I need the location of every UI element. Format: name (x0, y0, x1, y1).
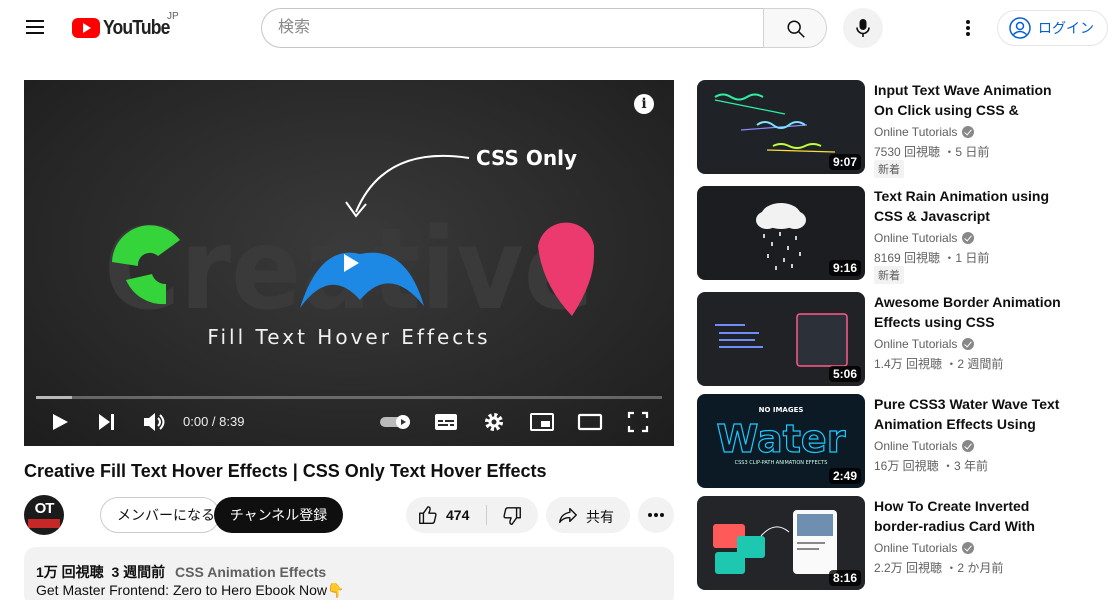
duration-badge: 2:49 (828, 468, 861, 484)
settings-more-button[interactable] (952, 12, 984, 44)
recommendation-title: Awesome Border Animation Effects using C… (874, 294, 1061, 330)
next-icon[interactable] (95, 406, 119, 438)
menu-icon[interactable] (24, 18, 48, 38)
autoplay-toggle[interactable] (378, 406, 414, 438)
duration-badge: 9:07 (828, 154, 861, 170)
recommendation-title: Input Text Wave Animation On Click using… (874, 82, 1052, 118)
play-overlay-icon[interactable] (330, 243, 370, 283)
new-badge: 新着 (874, 266, 904, 284)
more-actions-button[interactable] (638, 497, 674, 533)
description-text: Get Master Frontend: Zero to Hero Ebook … (36, 582, 345, 598)
voice-search-button[interactable] (843, 8, 883, 48)
recommendation-meta: 16万 回視聴 ・3 年前 (874, 459, 989, 473)
like-button[interactable]: 474 (406, 497, 486, 533)
dislike-button[interactable] (487, 497, 538, 533)
recommendation-title: How To Create Inverted border-radius Car… (874, 498, 1035, 534)
settings-gear-icon[interactable] (482, 406, 506, 438)
time-display: 0:00 / 8:39 (183, 414, 245, 429)
description-stats: 1万 回視聴 3 週間前 CSS Animation Effects (36, 562, 326, 582)
share-button[interactable]: 共有 (546, 497, 630, 533)
recommendation-item[interactable]: 9:07 Input Text Wave Animation On Click … (697, 80, 1109, 178)
thumbnail-subtitle: Fill Text Hover Effects (207, 325, 491, 349)
search-button[interactable] (763, 8, 827, 48)
upload-age: 3 週間前 (111, 564, 166, 580)
search-input[interactable] (278, 9, 748, 47)
recommendation-thumbnail: 9:07 (697, 80, 865, 174)
recommendation-channel: Online Tutorials (874, 439, 975, 453)
theater-mode-icon[interactable] (577, 406, 603, 438)
channel-avatar[interactable]: OT (24, 495, 64, 535)
login-label: ログイン (1038, 20, 1094, 36)
avatar-text: OT (34, 500, 55, 517)
recommendation-channel: Online Tutorials (874, 231, 975, 245)
share-icon (559, 507, 577, 524)
recommendation-item[interactable]: 9:16 Text Rain Animation using CSS & Jav… (697, 186, 1109, 284)
verified-icon (962, 126, 975, 138)
subscribe-button[interactable]: チャンネル登録 (214, 497, 343, 533)
thumbs-up-icon (419, 506, 437, 524)
more-horiz-icon (648, 513, 652, 517)
login-button[interactable]: ログイン (997, 10, 1108, 46)
search-icon (787, 20, 805, 38)
search-box (261, 8, 764, 48)
recommendation-title: Pure CSS3 Water Wave Text Animation Effe… (874, 396, 1060, 432)
recommendation-item[interactable]: NO IMAGES Water CSS3 CLIP-PATH ANIMATION… (697, 394, 1109, 488)
video-player[interactable]: Creative Fill Text Hover Effects CSS Onl… (24, 80, 674, 446)
duration-badge: 5:06 (828, 366, 861, 382)
recommendation-item[interactable]: 5:06 Awesome Border Animation Effects us… (697, 292, 1109, 386)
microphone-icon (856, 19, 870, 37)
recommendation-thumbnail: 9:16 (697, 186, 865, 280)
logo-text: YouTube (103, 16, 170, 39)
youtube-logo[interactable]: YouTube (72, 14, 179, 42)
like-count: 474 (446, 507, 470, 523)
thumbnail-callout: CSS Only (476, 146, 578, 170)
svg-text:CSS3 CLIP-PATH ANIMATION EFFEC: CSS3 CLIP-PATH ANIMATION EFFECTS (735, 460, 828, 466)
svg-text:Water: Water (717, 417, 846, 461)
recommendation-item[interactable]: 8:16 How To Create Inverted border-radiu… (697, 496, 1109, 590)
svg-text:NO IMAGES: NO IMAGES (759, 406, 804, 414)
recommendation-thumbnail: 8:16 (697, 496, 865, 590)
verified-icon (962, 232, 975, 244)
info-icon[interactable]: i (634, 94, 654, 114)
thumbs-down-icon (503, 507, 521, 525)
recommendation-meta: 1.4万 回視聴 ・2 週間前 (874, 357, 1004, 371)
recommendation-channel: Online Tutorials (874, 541, 975, 555)
join-member-button[interactable]: メンバーになる (100, 497, 220, 533)
video-title: Creative Fill Text Hover Effects | CSS O… (24, 461, 547, 481)
miniplayer-icon[interactable] (529, 406, 555, 438)
progress-bar[interactable] (36, 396, 662, 399)
verified-icon (962, 542, 975, 554)
like-dislike-group: 474 (406, 497, 538, 533)
description-box[interactable]: 1万 回視聴 3 週間前 CSS Animation Effects Get M… (24, 547, 674, 600)
more-vert-icon (966, 20, 970, 24)
verified-icon (962, 338, 975, 350)
view-count: 1万 回視聴 (36, 564, 104, 580)
duration-badge: 8:16 (828, 570, 861, 586)
recommendation-meta: 8169 回視聴 ・1 日前 (874, 251, 990, 265)
masthead: YouTube JP ログイン (0, 0, 1109, 56)
new-badge: 新着 (874, 160, 904, 178)
hashtag-link[interactable]: CSS Animation Effects (175, 564, 326, 580)
curved-arrow-icon (345, 154, 470, 218)
fullscreen-icon[interactable] (626, 406, 650, 438)
recommendation-meta: 7530 回視聴 ・5 日前 (874, 145, 990, 159)
recommendation-channel: Online Tutorials (874, 337, 975, 351)
volume-icon[interactable] (141, 406, 167, 438)
recommendation-meta: 2.2万 回視聴 ・2 か月前 (874, 561, 1004, 575)
recommendation-channel: Online Tutorials (874, 125, 975, 139)
recommendation-thumbnail: NO IMAGES Water CSS3 CLIP-PATH ANIMATION… (697, 394, 865, 488)
play-icon[interactable] (48, 406, 72, 438)
subtitles-icon[interactable] (434, 406, 458, 438)
account-circle-icon (1009, 17, 1031, 39)
youtube-play-icon (72, 18, 100, 38)
recommendation-thumbnail: 5:06 (697, 292, 865, 386)
country-code: JP (167, 11, 179, 22)
share-label: 共有 (586, 509, 614, 525)
verified-icon (962, 440, 975, 452)
recommendation-title: Text Rain Animation using CSS & Javascri… (874, 188, 1050, 224)
duration-badge: 9:16 (828, 260, 861, 276)
